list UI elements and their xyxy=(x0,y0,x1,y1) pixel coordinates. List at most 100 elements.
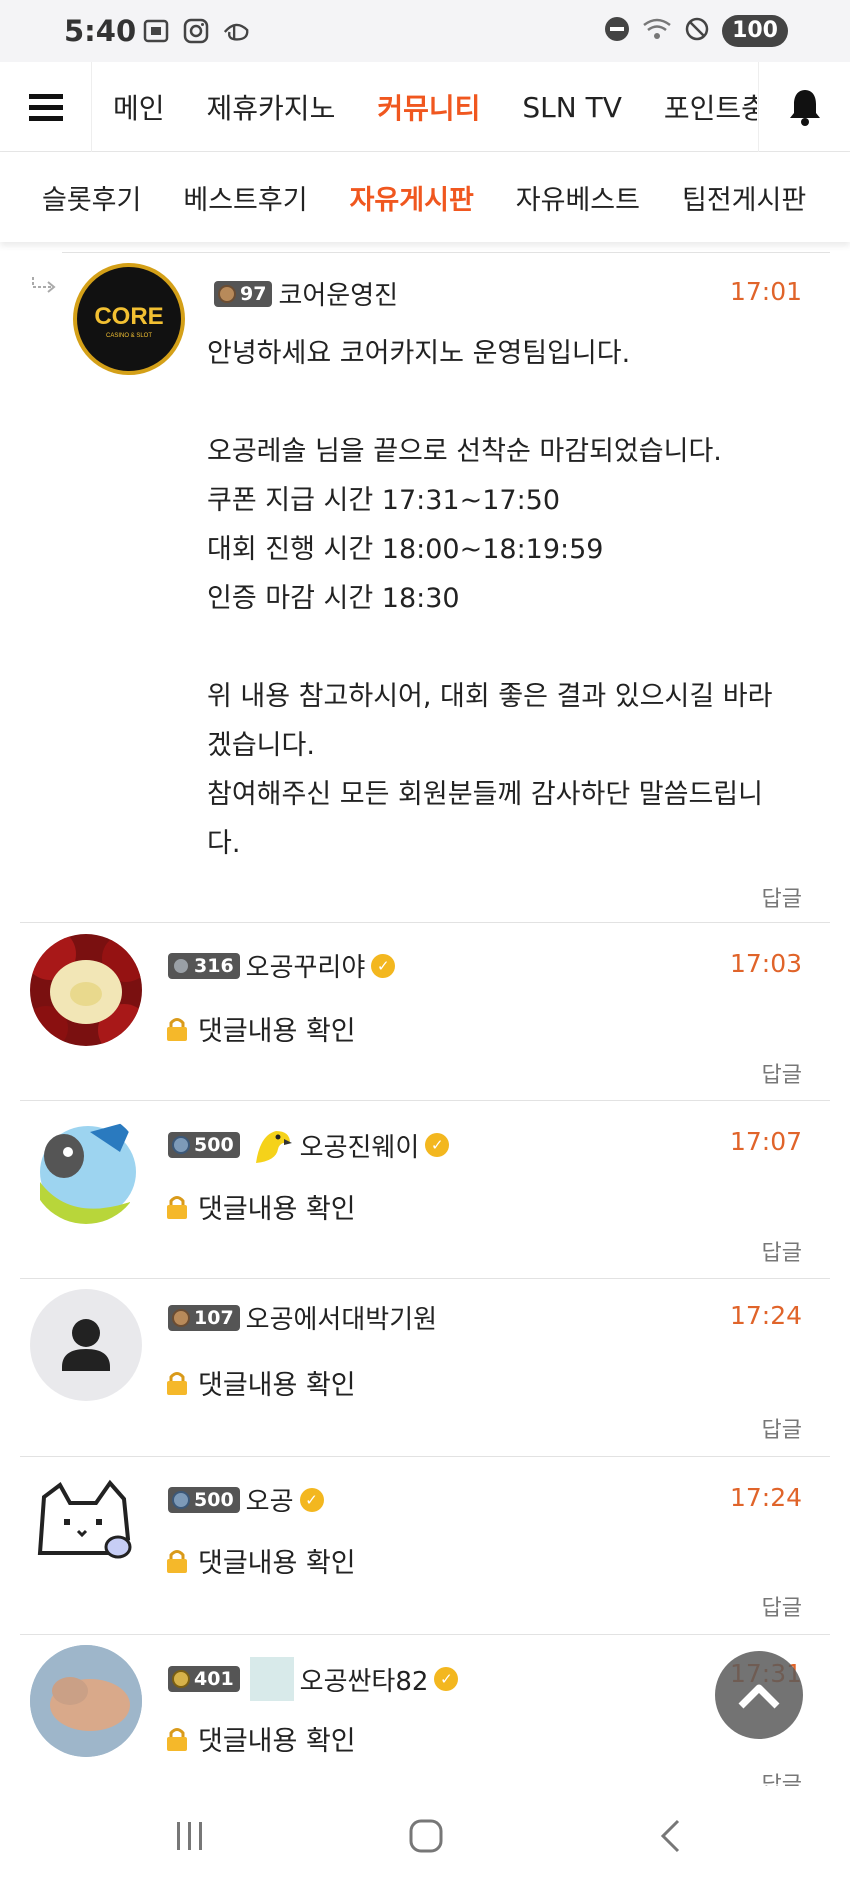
battery-indicator: 100 xyxy=(722,15,788,47)
nav-partner-casino[interactable]: 제휴카지노 xyxy=(186,87,357,127)
home-icon xyxy=(409,1819,443,1853)
scroll-top-button[interactable] xyxy=(715,1651,803,1739)
sub-best-review[interactable]: 베스트후기 xyxy=(183,178,307,217)
default-user-icon xyxy=(62,1319,110,1371)
sub-slot-review[interactable]: 슬롯후기 xyxy=(42,178,141,217)
parrot-icon xyxy=(250,1125,294,1165)
recents-button[interactable] xyxy=(170,1814,210,1858)
comment-item: 500 오공 ✓ 17:24 댓글내용 확인 답글 xyxy=(20,1457,830,1635)
lock-icon xyxy=(167,1549,187,1573)
lock-icon xyxy=(167,1017,187,1041)
comment-time: 17:07 xyxy=(729,1127,802,1156)
disney-icon xyxy=(222,18,250,44)
comment-time: 17:24 xyxy=(729,1301,802,1330)
user-emblem-icon xyxy=(249,1657,294,1701)
verified-icon: ✓ xyxy=(425,1133,450,1157)
avatar[interactable] xyxy=(30,934,142,1046)
comment-time: 17:24 xyxy=(729,1483,802,1512)
level-badge: 97 xyxy=(214,280,273,307)
dnd-icon xyxy=(604,16,630,46)
avatar[interactable] xyxy=(30,1289,142,1401)
author-name[interactable]: 오공 xyxy=(246,1481,294,1518)
reply-button[interactable]: 답글 xyxy=(762,1057,802,1089)
secret-comment-label: 댓글내용 확인 xyxy=(198,1548,356,1579)
lock-icon xyxy=(167,1727,187,1751)
comment-time: 17:03 xyxy=(729,949,802,978)
sub-free-board[interactable]: 자유게시판 xyxy=(350,178,474,217)
comment-item: 500 오공진웨이 ✓ 17:07 댓글내용 확인 답글 xyxy=(20,1101,830,1279)
nav-community[interactable]: 커뮤니티 xyxy=(356,87,501,127)
home-button[interactable] xyxy=(406,1814,446,1858)
instagram-icon xyxy=(182,18,210,44)
level-emblem-icon xyxy=(172,956,190,975)
level-badge: 316 xyxy=(168,952,240,979)
secret-comment-label: 댓글내용 확인 xyxy=(198,1016,356,1047)
level-badge: 401 xyxy=(168,1666,240,1692)
notification-icons xyxy=(142,18,250,44)
level-emblem-icon xyxy=(172,1490,190,1509)
level-badge: 107 xyxy=(168,1304,240,1331)
level-number: 500 xyxy=(194,1488,234,1511)
recents-icon xyxy=(177,1822,202,1850)
level-emblem-icon xyxy=(172,1136,190,1154)
level-emblem-icon xyxy=(172,1670,190,1688)
secret-comment[interactable]: 댓글내용 확인 xyxy=(164,1363,356,1402)
verified-icon: ✓ xyxy=(434,1667,459,1691)
author-name[interactable]: 오공싼타82 xyxy=(300,1661,429,1698)
wifi-icon xyxy=(642,16,672,46)
sub-free-best[interactable]: 자유베스트 xyxy=(516,178,640,217)
comment-item: 401 오공싼타82 ✓ 17:31 댓글내용 확인 답글 xyxy=(20,1635,830,1798)
system-nav-bar xyxy=(0,1786,850,1889)
secret-comment[interactable]: 댓글내용 확인 xyxy=(164,1719,356,1758)
nav-point[interactable]: 포인트충 xyxy=(643,87,757,127)
avatar[interactable] xyxy=(30,1645,142,1757)
menu-button[interactable] xyxy=(0,62,92,152)
avatar[interactable] xyxy=(30,1467,142,1579)
nav-main[interactable]: 메인 xyxy=(92,87,186,127)
secret-comment[interactable]: 댓글내용 확인 xyxy=(164,1009,356,1048)
comment-meta: 500 오공 ✓ xyxy=(168,1481,324,1518)
back-icon xyxy=(660,1819,680,1853)
reply-button[interactable]: 답글 xyxy=(762,1412,802,1444)
comment-meta: 97 코어운영진 xyxy=(214,275,398,312)
reply-button[interactable]: 답글 xyxy=(762,1590,802,1622)
avatar-logo-text: CORE xyxy=(94,303,163,330)
author-name[interactable]: 오공에서대박기원 xyxy=(246,1299,437,1336)
nav-sln-tv[interactable]: SLN TV xyxy=(501,91,642,124)
comment-item: 316 오공꾸리야 ✓ 17:03 댓글내용 확인 답글 xyxy=(20,923,830,1101)
level-number: 316 xyxy=(194,954,234,977)
level-emblem-icon xyxy=(172,1308,190,1327)
system-icons: 100 xyxy=(604,15,788,47)
comment-time: 17:01 xyxy=(729,277,802,306)
main-nav: 메인 제휴카지노 커뮤니티 SLN TV 포인트충 xyxy=(0,62,850,152)
comment-body: 안녕하세요 코어카지노 운영팀입니다. 오공레솔 님을 끝으로 선착순 마감되었… xyxy=(207,338,773,859)
sub-tip-board[interactable]: 팁전게시판 xyxy=(682,178,806,217)
comment-meta: 401 오공싼타82 ✓ xyxy=(168,1657,459,1701)
author-name[interactable]: 오공꾸리야 xyxy=(246,947,366,984)
secret-comment-label: 댓글내용 확인 xyxy=(198,1370,356,1401)
status-time: 5:40 xyxy=(64,14,137,48)
notification-button[interactable] xyxy=(758,62,850,152)
sub-nav: 슬롯후기 베스트후기 자유게시판 자유베스트 팁전게시판 xyxy=(0,152,850,242)
level-emblem-icon xyxy=(218,284,236,303)
level-number: 401 xyxy=(194,1668,234,1690)
verified-icon: ✓ xyxy=(299,1487,324,1512)
comment-meta: 316 오공꾸리야 ✓ xyxy=(168,947,396,984)
back-button[interactable] xyxy=(650,1814,690,1858)
level-number: 107 xyxy=(194,1306,234,1329)
reply-button[interactable]: 답글 xyxy=(762,881,802,913)
verified-icon: ✓ xyxy=(371,953,396,978)
status-bar: 5:40 100 xyxy=(0,0,850,62)
avatar[interactable]: CORE CASINO & SLOT xyxy=(73,263,185,375)
comment-item: CORE CASINO & SLOT 97 코어운영진 17:01 안녕하세요 … xyxy=(20,253,830,923)
secret-comment[interactable]: 댓글내용 확인 xyxy=(164,1541,356,1580)
comment-item: 107 오공에서대박기원 17:24 댓글내용 확인 답글 xyxy=(20,1279,830,1457)
hamburger-icon xyxy=(28,94,63,121)
reply-button[interactable]: 답글 xyxy=(762,1235,802,1267)
author-name[interactable]: 오공진웨이 xyxy=(300,1127,420,1164)
secret-comment-label: 댓글내용 확인 xyxy=(198,1194,356,1225)
lock-icon xyxy=(167,1371,187,1395)
author-name[interactable]: 코어운영진 xyxy=(278,275,398,312)
secret-comment[interactable]: 댓글내용 확인 xyxy=(164,1187,356,1226)
avatar[interactable] xyxy=(30,1112,142,1224)
